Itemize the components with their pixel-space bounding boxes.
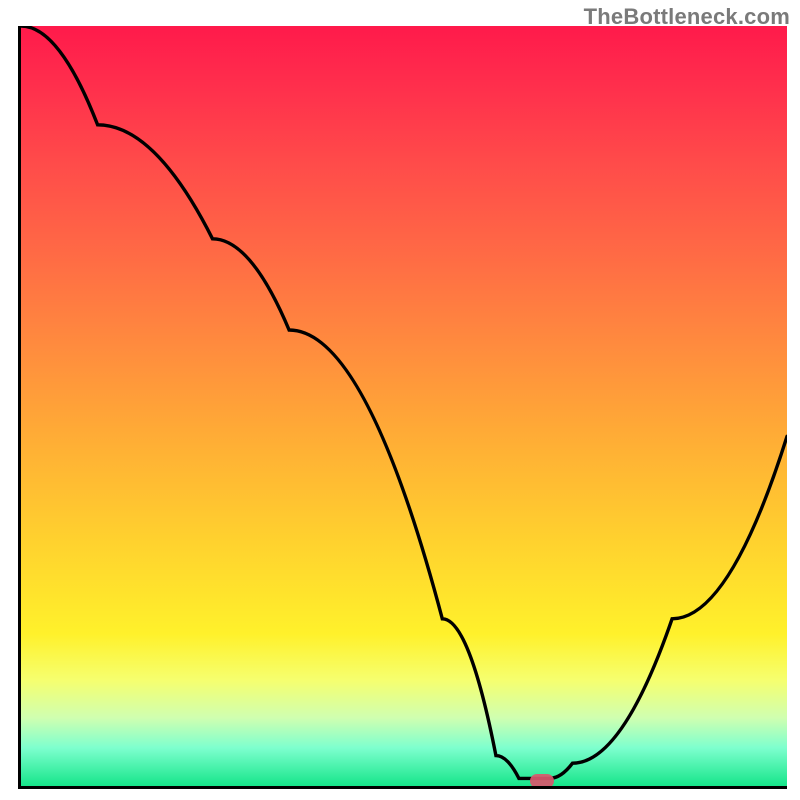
bottleneck-curve — [21, 26, 787, 786]
chart-container: TheBottleneck.com — [0, 0, 800, 800]
optimal-marker — [530, 774, 554, 788]
curve-path — [21, 26, 787, 778]
plot-area — [18, 26, 787, 789]
